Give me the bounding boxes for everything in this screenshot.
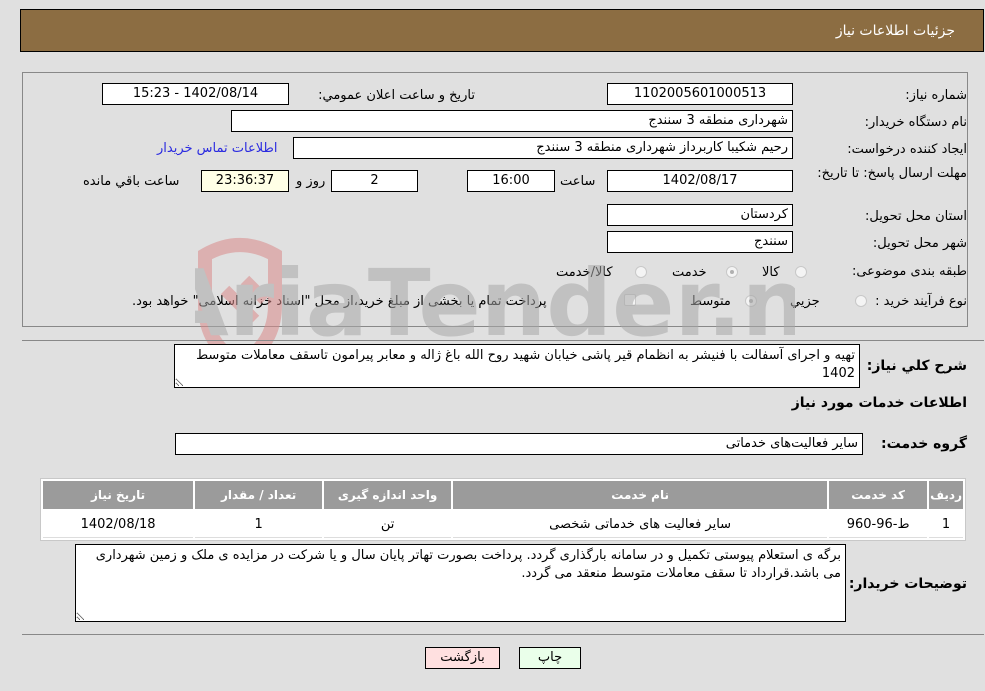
process-radio-medium[interactable]	[745, 295, 757, 307]
page-title: جزئیات اطلاعات نیاز	[835, 23, 955, 39]
days-label: روز و	[296, 174, 326, 189]
need-number-field: 1102005601000513	[607, 83, 793, 105]
category-radio-goods-service[interactable]	[635, 266, 647, 278]
days-remaining-field: 2	[331, 170, 418, 192]
cell-need-date: 1402/08/18	[43, 511, 194, 538]
services-section-title: اطلاعات خدمات مورد نیاز	[791, 395, 967, 411]
cell-service-name: سایر فعالیت های خدماتی شخصی	[453, 511, 828, 538]
category-radio-service[interactable]	[726, 266, 738, 278]
process-option-minor: جزيي	[790, 294, 820, 309]
cell-row-number: 1	[929, 511, 963, 538]
category-label: طبقه بندی موضوعی:	[851, 264, 967, 279]
table-header-row: ردیف کد خدمت نام خدمت واحد اندازه گیری ت…	[43, 481, 963, 509]
time-remaining-label: ساعت باقي مانده	[83, 174, 180, 189]
need-number-label: شماره نیاز:	[905, 88, 967, 103]
cell-quantity: 1	[195, 511, 323, 538]
process-label: نوع فرآیند خرید :	[875, 294, 967, 309]
table-row: 1 ط-96-960 سایر فعالیت های خدماتی شخصی ت…	[43, 511, 963, 538]
announce-field: 1402/08/14 - 15:23	[102, 83, 289, 105]
deadline-time-field: 16:00	[467, 170, 555, 192]
announce-label: تاریخ و ساعت اعلان عمومي:	[318, 88, 475, 103]
category-option-goods: کالا	[762, 265, 780, 280]
print-button[interactable]: چاپ	[519, 647, 581, 669]
time-remaining-field: 23:36:37	[201, 170, 289, 192]
category-option-goods-service: کالا/خدمت	[556, 265, 613, 280]
page-header: جزئیات اطلاعات نیاز	[20, 9, 984, 52]
cell-unit: تن	[324, 511, 452, 538]
col-header-service-code: کد خدمت	[829, 481, 928, 509]
category-radio-goods[interactable]	[795, 266, 807, 278]
treasury-checkbox-label: پرداخت تمام یا بخشی از مبلغ خرید،از محل …	[132, 294, 547, 309]
process-radio-minor[interactable]	[855, 295, 867, 307]
back-button[interactable]: بازگشت	[425, 647, 500, 669]
col-header-unit: واحد اندازه گیری	[324, 481, 452, 509]
buyer-notes-label: توضیحات خریدار:	[848, 576, 967, 592]
buyer-notes-textarea[interactable]: برگه ی استعلام پیوستی تکمیل و در سامانه …	[75, 544, 846, 622]
services-table: ردیف کد خدمت نام خدمت واحد اندازه گیری ت…	[40, 478, 966, 541]
province-label: استان محل تحویل:	[865, 209, 967, 224]
col-header-need-date: تاریخ نیاز	[43, 481, 194, 509]
cell-service-code: ط-96-960	[829, 511, 928, 538]
service-group-field: سایر فعالیت‌های خدماتی	[175, 433, 863, 455]
creator-field: رحیم شکیبا کاربرداز شهرداری منطقه 3 سنند…	[293, 137, 793, 159]
city-field: سنندج	[607, 231, 793, 253]
description-label: شرح كلي نیاز:	[866, 358, 967, 374]
buyer-org-field: شهرداری منطقه 3 سنندج	[231, 110, 793, 132]
col-header-quantity: تعداد / مقدار	[195, 481, 323, 509]
process-option-medium: متوسط	[690, 294, 731, 309]
col-header-row-number: ردیف	[929, 481, 963, 509]
deadline-date-field: 1402/08/17	[607, 170, 793, 192]
buyer-contact-link[interactable]: اطلاعات تماس خریدار	[157, 141, 277, 156]
city-label: شهر محل تحویل:	[872, 236, 967, 251]
deadline-time-label: ساعت	[560, 174, 596, 189]
treasury-checkbox[interactable]	[624, 294, 636, 306]
deadline-label: مهلت ارسال پاسخ: تا تاریخ:	[817, 166, 967, 181]
province-field: کردستان	[607, 204, 793, 226]
col-header-service-name: نام خدمت	[453, 481, 828, 509]
creator-label: ایجاد کننده درخواست:	[847, 142, 967, 157]
buyer-org-label: نام دستگاه خریدار:	[864, 115, 967, 130]
category-option-service: خدمت	[672, 265, 707, 280]
description-textarea[interactable]: تهیه و اجرای آسفالت با فنیشر به انظمام ق…	[174, 344, 860, 388]
service-group-label: گروه خدمت:	[881, 436, 967, 452]
